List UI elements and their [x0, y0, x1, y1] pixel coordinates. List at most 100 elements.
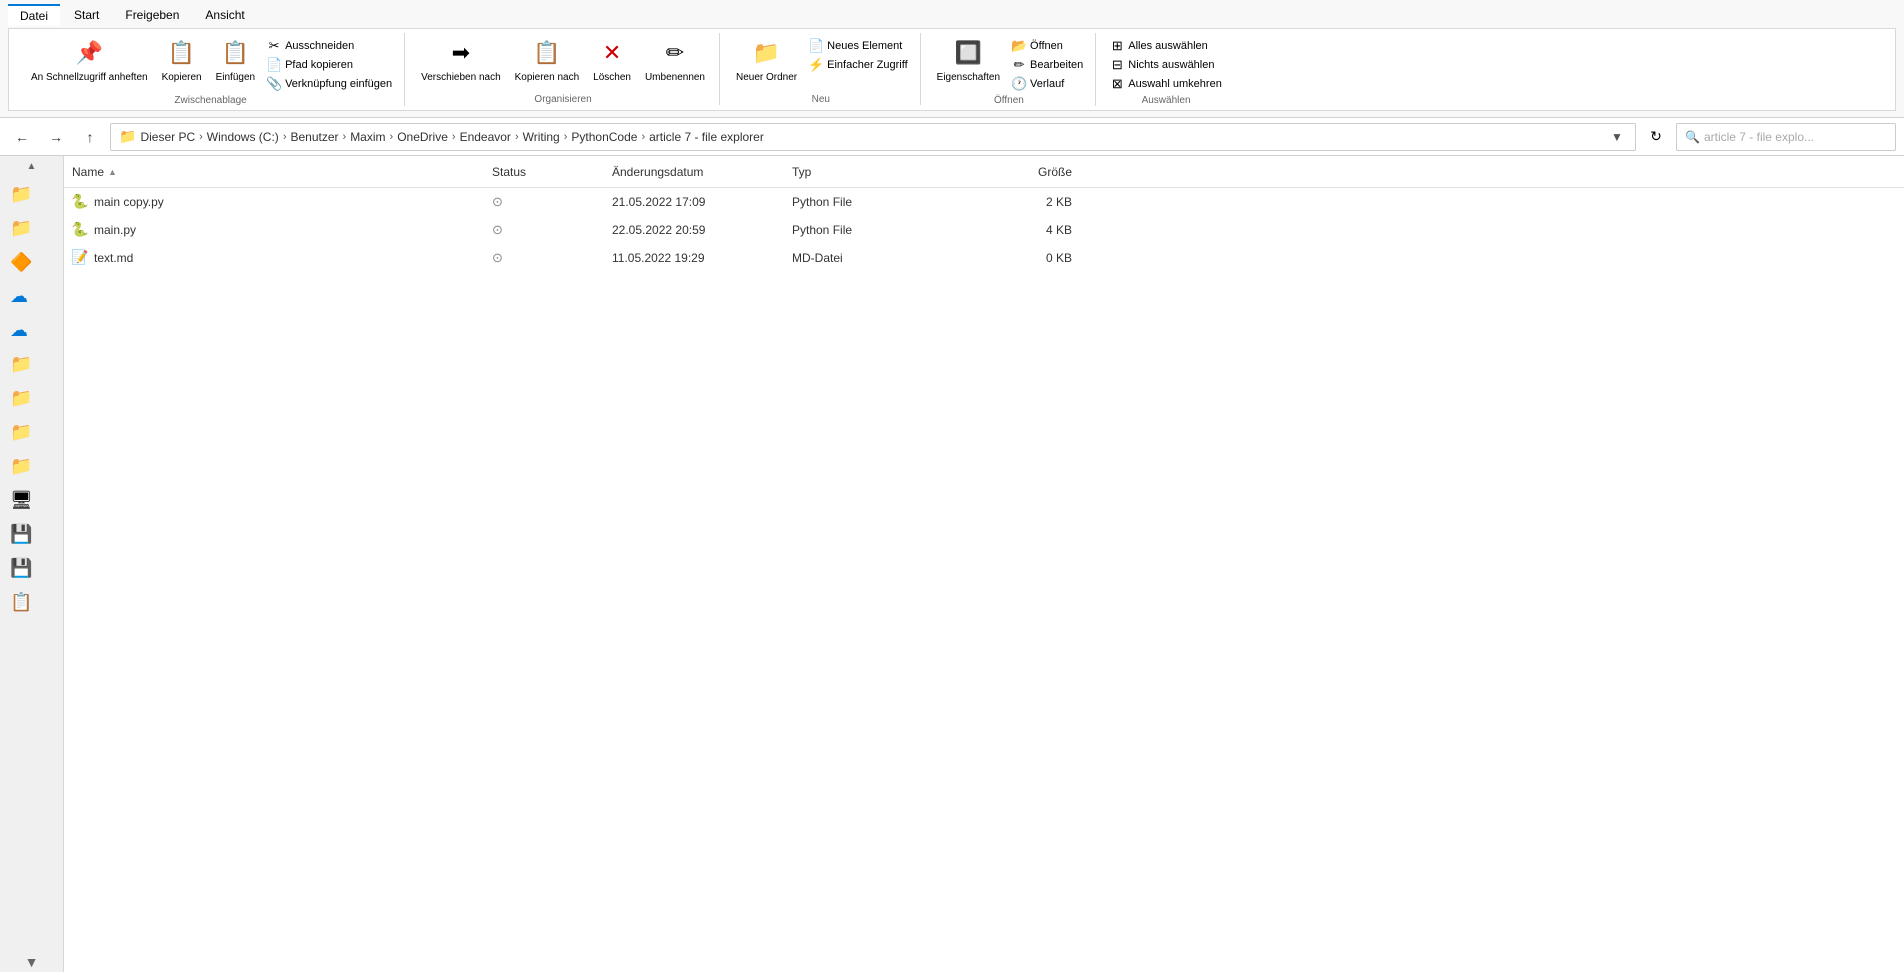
- col-header-date[interactable]: Änderungsdatum: [612, 165, 792, 179]
- new-item-icon: 📄: [809, 39, 823, 53]
- open-button[interactable]: 📂 Öffnen: [1008, 37, 1087, 55]
- clipboard-label: Zwischenablage: [174, 95, 246, 106]
- clipboard-group: 📌 An Schnellzugriff anheften 📋 Kopieren …: [17, 33, 405, 106]
- sidebar-item-6[interactable]: 📁: [4, 348, 59, 380]
- sidebar-folder-icon-3: 📁: [10, 354, 32, 375]
- pin-label: An Schnellzugriff anheften: [31, 72, 148, 84]
- sidebar-item-8[interactable]: 📁: [4, 416, 59, 448]
- copy-button[interactable]: 📋 Kopieren: [156, 33, 208, 87]
- invert-select-button[interactable]: ⊠ Auswahl umkehren: [1106, 75, 1226, 93]
- sidebar-item-12[interactable]: 💾: [4, 552, 59, 584]
- ribbon-tabs: Datei Start Freigeben Ansicht: [8, 4, 1896, 26]
- file-row-main-copy[interactable]: 🐍 main copy.py ⊙ 21.05.2022 17:09 Python…: [64, 188, 1904, 216]
- file-list: 🐍 main copy.py ⊙ 21.05.2022 17:09 Python…: [64, 188, 1904, 972]
- py-file-icon-2: 🐍: [72, 222, 88, 238]
- file-type-3: MD-Datei: [792, 251, 972, 265]
- col-header-name[interactable]: Name ▲: [72, 165, 492, 179]
- cut-button[interactable]: ✂ Ausschneiden: [263, 37, 396, 55]
- address-bar[interactable]: 📁 Dieser PC › Windows (C:) › Benutzer › …: [110, 123, 1636, 151]
- sidebar-item-3[interactable]: 🔶: [4, 246, 59, 278]
- move-button[interactable]: ➡ Verschieben nach: [415, 33, 507, 88]
- edit-button[interactable]: ✏ Bearbeiten: [1008, 56, 1087, 74]
- sidebar-scroll-up[interactable]: ▲: [0, 156, 63, 176]
- col-header-type[interactable]: Typ: [792, 165, 972, 179]
- sidebar-clipboard-icon: 📋: [10, 592, 32, 613]
- forward-button[interactable]: →: [42, 123, 70, 151]
- path-icon: 📄: [267, 58, 281, 72]
- properties-button[interactable]: 🔲 Eigenschaften: [931, 33, 1006, 87]
- breadcrumb-endeavor[interactable]: Endeavor: [460, 130, 511, 144]
- new-folder-label: Neuer Ordner: [736, 72, 797, 84]
- properties-icon: 🔲: [952, 37, 984, 69]
- shortcut-button[interactable]: 📎 Verknüpfung einfügen: [263, 75, 396, 93]
- back-button[interactable]: ←: [8, 123, 36, 151]
- breadcrumb-dieser-pc[interactable]: Dieser PC: [140, 130, 195, 144]
- breadcrumb-pythoncode[interactable]: PythonCode: [571, 130, 637, 144]
- new-item-button[interactable]: 📄 Neues Element: [805, 37, 912, 55]
- sidebar-folder-icon-6: 📁: [10, 456, 32, 477]
- file-area: Name ▲ Status Änderungsdatum Typ Größe 🐍…: [64, 156, 1904, 972]
- copy-icon: 📋: [166, 37, 198, 69]
- pin-button[interactable]: 📌 An Schnellzugriff anheften: [25, 33, 154, 88]
- col-header-size[interactable]: Größe: [972, 165, 1072, 179]
- organize-group: ➡ Verschieben nach 📋 Kopieren nach ✕ Lös…: [407, 33, 720, 105]
- col-header-status[interactable]: Status: [492, 165, 612, 179]
- breadcrumb-writing[interactable]: Writing: [523, 130, 560, 144]
- search-placeholder: article 7 - file explo...: [1704, 130, 1814, 144]
- sidebar: ▲ 📁 📁 🔶 ☁ ☁ 📁 📁 📁: [0, 156, 64, 972]
- organize-label: Organisieren: [534, 94, 591, 105]
- select-none-button[interactable]: ⊟ Nichts auswählen: [1106, 56, 1226, 74]
- tab-datei[interactable]: Datei: [8, 4, 60, 26]
- history-button[interactable]: 🕐 Verlauf: [1008, 75, 1087, 93]
- paste-button[interactable]: 📋 Einfügen: [210, 33, 261, 87]
- breadcrumb-benutzer[interactable]: Benutzer: [290, 130, 338, 144]
- rename-button[interactable]: ✏ Umbenennen: [639, 33, 711, 87]
- select-all-icon: ⊞: [1110, 39, 1124, 53]
- file-row-text-md[interactable]: 📝 text.md ⊙ 11.05.2022 19:29 MD-Datei 0 …: [64, 244, 1904, 272]
- file-row-main[interactable]: 🐍 main.py ⊙ 22.05.2022 20:59 Python File…: [64, 216, 1904, 244]
- copy-to-button[interactable]: 📋 Kopieren nach: [509, 33, 586, 88]
- sidebar-items: 📁 📁 🔶 ☁ ☁ 📁 📁 📁 📁: [0, 176, 63, 952]
- sidebar-item-4[interactable]: ☁: [4, 280, 59, 312]
- sidebar-item-7[interactable]: 📁: [4, 382, 59, 414]
- py-file-icon-1: 🐍: [72, 194, 88, 210]
- search-icon: 🔍: [1685, 130, 1700, 144]
- edit-icon: ✏: [1012, 58, 1026, 72]
- tab-start[interactable]: Start: [62, 4, 111, 26]
- breadcrumb-article7[interactable]: article 7 - file explorer: [649, 130, 764, 144]
- delete-label: Löschen: [593, 72, 631, 83]
- refresh-button[interactable]: ↻: [1642, 123, 1670, 151]
- rename-label: Umbenennen: [645, 72, 705, 83]
- tab-ansicht[interactable]: Ansicht: [193, 4, 256, 26]
- file-name-2: main.py: [94, 223, 136, 237]
- sidebar-item-9[interactable]: 📁: [4, 450, 59, 482]
- sidebar-folder-icon-1: 📁: [10, 184, 32, 205]
- sidebar-item-5[interactable]: ☁: [4, 314, 59, 346]
- properties-label: Eigenschaften: [937, 72, 1000, 83]
- sync-check-icon-3: ⊙: [492, 250, 503, 265]
- delete-button[interactable]: ✕ Löschen: [587, 33, 637, 87]
- quick-access-button[interactable]: ⚡ Einfacher Zugriff: [805, 56, 912, 74]
- sidebar-item-2[interactable]: 📁: [4, 212, 59, 244]
- up-button[interactable]: ↑: [76, 123, 104, 151]
- sidebar-item-11[interactable]: 💾: [4, 518, 59, 550]
- new-folder-icon: 📁: [751, 37, 783, 69]
- search-box[interactable]: 🔍 article 7 - file explo...: [1676, 123, 1896, 151]
- sidebar-item-1[interactable]: 📁: [4, 178, 59, 210]
- tab-freigeben[interactable]: Freigeben: [113, 4, 191, 26]
- sidebar-item-13[interactable]: 📋: [4, 586, 59, 618]
- file-name-3: text.md: [94, 251, 133, 265]
- file-table-header: Name ▲ Status Änderungsdatum Typ Größe: [64, 156, 1904, 188]
- history-icon: 🕐: [1012, 77, 1026, 91]
- breadcrumb-windows[interactable]: Windows (C:): [207, 130, 279, 144]
- address-dropdown[interactable]: ▼: [1607, 130, 1627, 144]
- copy-path-button[interactable]: 📄 Pfad kopieren: [263, 56, 396, 74]
- breadcrumb-onedrive[interactable]: OneDrive: [397, 130, 448, 144]
- breadcrumb-maxim[interactable]: Maxim: [350, 130, 385, 144]
- new-folder-button[interactable]: 📁 Neuer Ordner: [730, 33, 803, 88]
- scissors-icon: ✂: [267, 39, 281, 53]
- sidebar-scroll-down[interactable]: ▼: [0, 952, 63, 972]
- sidebar-item-10[interactable]: 🖥: [4, 484, 59, 516]
- select-all-button[interactable]: ⊞ Alles auswählen: [1106, 37, 1226, 55]
- paste-label: Einfügen: [216, 72, 255, 83]
